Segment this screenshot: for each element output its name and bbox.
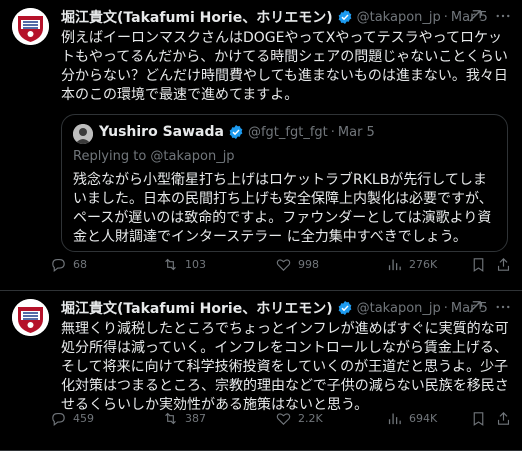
like-button[interactable]: 998 <box>275 256 319 273</box>
views-button[interactable]: 694K <box>386 410 437 427</box>
author-name[interactable]: 堀江貴文(Takafumi Horie、ホリエモン) <box>61 298 333 318</box>
view-count: 276K <box>409 257 438 271</box>
tweet-header: 堀江貴文(Takafumi Horie、ホリエモン) @takapon_jp ·… <box>61 7 514 27</box>
views-icon <box>388 413 401 424</box>
views-button[interactable]: 276K <box>386 256 437 273</box>
reply-button[interactable]: 68 <box>50 256 87 273</box>
quoted-author-name[interactable]: Yushiro Sawada <box>99 124 224 140</box>
verified-badge-icon <box>338 301 351 315</box>
share-button[interactable] <box>495 256 512 273</box>
reply-count: 68 <box>73 257 87 271</box>
quoted-timestamp[interactable]: Mar 5 <box>338 125 375 140</box>
repost-button[interactable]: 103 <box>162 256 206 273</box>
dot-separator: · <box>443 9 448 25</box>
author-name[interactable]: 堀江貴文(Takafumi Horie、ホリエモン) <box>61 7 333 27</box>
share-button[interactable] <box>495 410 512 427</box>
quoted-avatar[interactable] <box>73 124 93 144</box>
views-icon <box>388 259 401 270</box>
like-button[interactable]: 2.2K <box>275 410 323 427</box>
bookmark-button[interactable] <box>470 410 487 427</box>
avatar-image <box>12 8 49 45</box>
more-icon[interactable] <box>494 298 512 316</box>
bookmark-button[interactable] <box>470 256 487 273</box>
verified-badge-icon <box>338 10 351 24</box>
tweet[interactable]: 堀江貴文(Takafumi Horie、ホリエモン) @takapon_jp ·… <box>0 291 522 451</box>
tweet-text: 無理くり減税したところでちょっとインフレが進めばすぐに実質的な可処分所得は減って… <box>61 321 509 413</box>
quoted-text: 残念ながら小型衛星打ち上げはロケットラブRKLBが先行してしまいました。日本の民… <box>73 172 493 245</box>
reply-icon <box>52 412 65 426</box>
quoted-header: Yushiro Sawada @fgt_fgt_fgt · Mar 5 <box>99 124 375 140</box>
dot-separator: · <box>443 300 448 316</box>
view-count: 694K <box>409 411 438 425</box>
grok-icon[interactable] <box>466 7 484 25</box>
repost-count: 387 <box>185 411 206 425</box>
avatar-image <box>12 299 49 336</box>
author-handle[interactable]: @takapon_jp <box>357 301 441 316</box>
bookmark-icon <box>473 411 484 426</box>
reply-count: 459 <box>73 411 94 425</box>
repost-icon <box>165 412 176 424</box>
quoted-tweet[interactable]: Yushiro Sawada @fgt_fgt_fgt · Mar 5 Repl… <box>61 114 508 252</box>
avatar[interactable] <box>12 299 49 336</box>
repost-icon <box>165 258 176 270</box>
author-handle[interactable]: @takapon_jp <box>357 10 441 25</box>
heart-icon <box>276 412 291 425</box>
share-icon <box>497 411 510 425</box>
reply-button[interactable]: 459 <box>50 410 94 427</box>
tweet-text: 例えばイーロンマスクさんはDOGEやってXやってテスラやってロケットもやってるん… <box>61 30 508 103</box>
grok-icon[interactable] <box>466 298 484 316</box>
avatar[interactable] <box>12 8 49 45</box>
more-icon[interactable] <box>494 7 512 25</box>
quoted-avatar-image <box>73 124 93 144</box>
bookmark-icon <box>473 257 484 272</box>
share-icon <box>497 257 510 271</box>
heart-icon <box>276 258 291 271</box>
like-count: 2.2K <box>298 411 323 425</box>
reply-icon <box>52 258 65 272</box>
verified-badge-icon <box>229 125 243 139</box>
replying-to: Replying to @takapon_jp <box>73 149 235 164</box>
repost-button[interactable]: 387 <box>162 410 206 427</box>
tweet[interactable]: 堀江貴文(Takafumi Horie、ホリエモン) @takapon_jp ·… <box>0 0 522 291</box>
tweet-header: 堀江貴文(Takafumi Horie、ホリエモン) @takapon_jp ·… <box>61 298 514 318</box>
quoted-author-handle[interactable]: @fgt_fgt_fgt <box>248 125 328 140</box>
repost-count: 103 <box>185 257 206 271</box>
like-count: 998 <box>298 257 319 271</box>
dot-separator: · <box>330 124 335 140</box>
